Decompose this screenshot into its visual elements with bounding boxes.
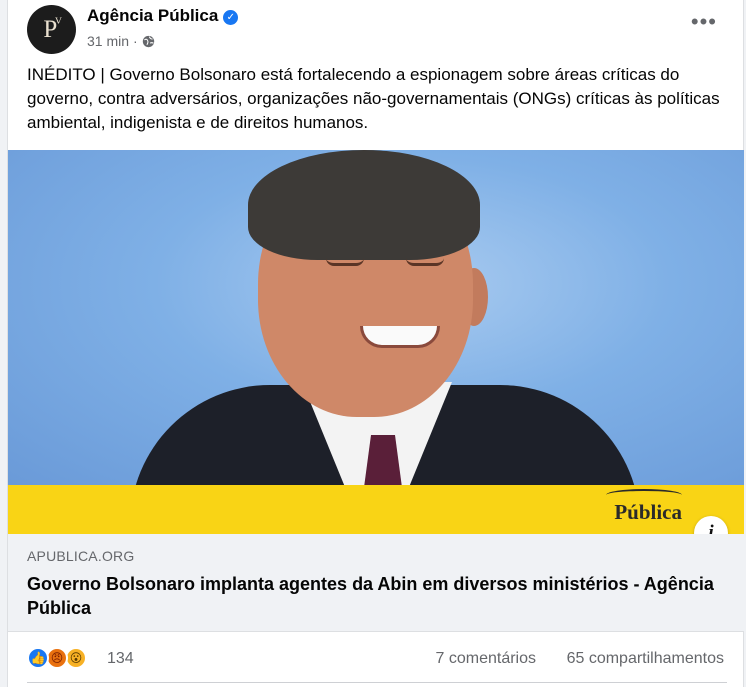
meta-separator: · [133,33,138,49]
globe-icon [142,35,154,47]
link-info[interactable]: APUBLICA.ORG Governo Bolsonaro implanta … [8,534,744,632]
post-header: Pⱽ Agência Pública ✓ 31 min · ••• [8,0,743,62]
image-yellow-band: Pública [8,485,744,534]
post-time[interactable]: 31 min [87,33,129,49]
comments-count[interactable]: 7 comentários [436,650,537,668]
post-meta: 31 min · [87,33,155,49]
divider [27,682,727,683]
link-preview[interactable]: Pública i APUBLICA.ORG Governo Bolsonaro… [8,150,744,632]
page-name-text[interactable]: Agência Pública [87,6,218,25]
verified-badge-icon: ✓ [223,10,239,25]
reactions-bar: 👍 😠 😮 134 7 comentários 65 compartilhame… [8,640,744,676]
avatar-text: P [43,15,57,43]
publica-logo: Pública [614,500,682,524]
angry-icon[interactable]: 😠 [46,647,68,669]
facebook-post: Pⱽ Agência Pública ✓ 31 min · ••• INÉDITO… [7,0,744,687]
post-text: INÉDITO | Governo Bolsonaro está fortale… [27,65,720,132]
link-preview-image[interactable] [8,150,744,485]
shares-count[interactable]: 65 compartilhamentos [567,650,724,668]
page-avatar[interactable]: Pⱽ [27,5,76,54]
wow-icon[interactable]: 😮 [65,647,87,669]
like-icon[interactable]: 👍 [27,647,49,669]
page-name[interactable]: Agência Pública ✓ [87,6,239,26]
more-options-icon[interactable]: ••• [691,11,717,33]
link-domain: APUBLICA.ORG [27,548,135,564]
link-title[interactable]: Governo Bolsonaro implanta agentes da Ab… [27,572,727,620]
reaction-count[interactable]: 134 [107,650,134,668]
